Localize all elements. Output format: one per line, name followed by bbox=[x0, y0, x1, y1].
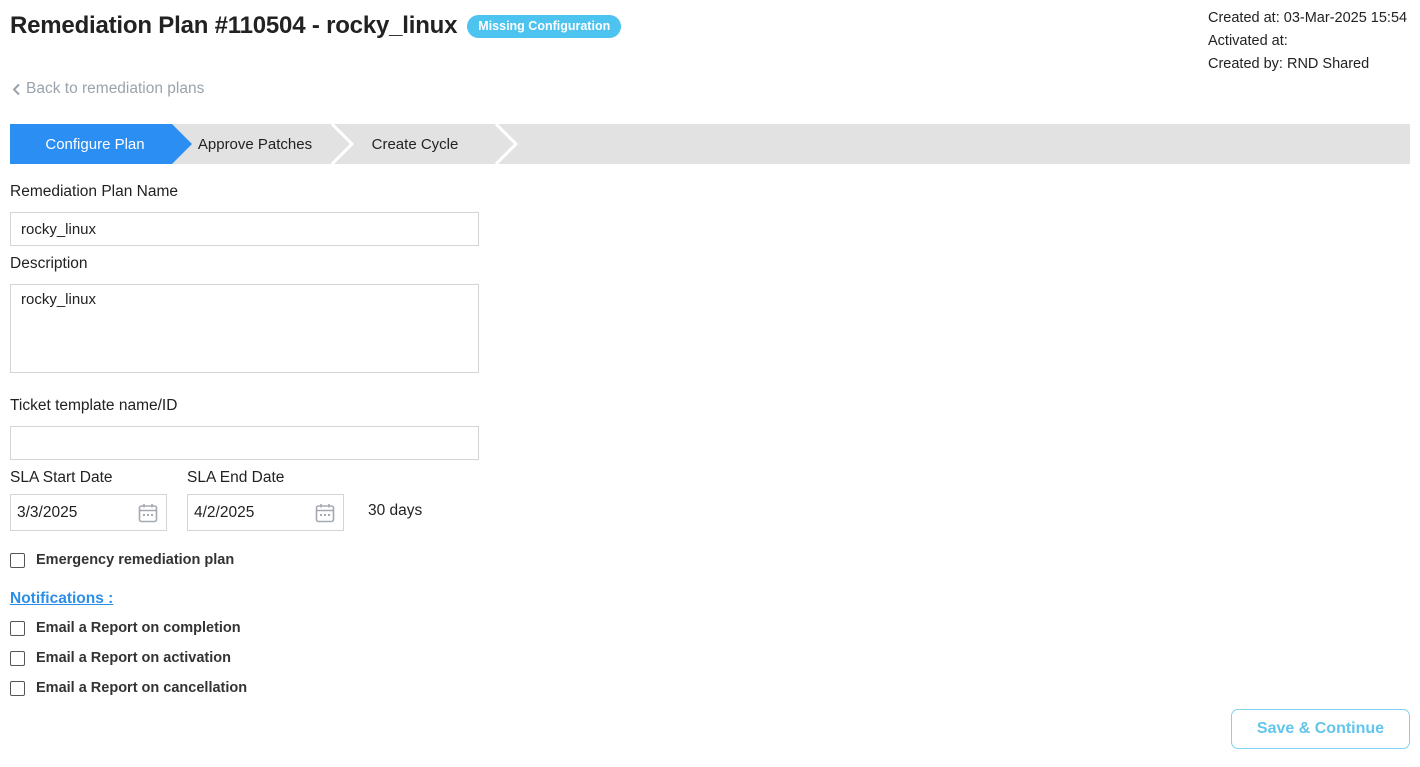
activated-at: Activated at: bbox=[1208, 33, 1288, 49]
emergency-plan-label: Emergency remediation plan bbox=[36, 552, 235, 568]
title-row: Remediation Plan #110504 - rocky_linux M… bbox=[10, 12, 622, 40]
sla-start-date-picker[interactable]: 3/3/2025 bbox=[10, 494, 167, 531]
ticket-template-input[interactable] bbox=[10, 426, 479, 460]
plan-name-label: Remediation Plan Name bbox=[10, 183, 179, 200]
notify-completion-row[interactable]: Email a Report on completion bbox=[10, 620, 241, 636]
sla-end-label: SLA End Date bbox=[187, 469, 285, 486]
created-by: Created by: RND Shared bbox=[1208, 56, 1370, 72]
description-label: Description bbox=[10, 255, 88, 272]
plan-meta: Created at: 03-Mar-2025 15:54 Activated … bbox=[1208, 7, 1407, 76]
plan-stepper: Configure Plan Approve Patches Create Cy… bbox=[10, 124, 1410, 164]
notify-completion-checkbox[interactable] bbox=[10, 620, 25, 636]
sla-duration: 30 days bbox=[368, 502, 423, 519]
notify-cancellation-label: Email a Report on cancellation bbox=[36, 680, 248, 696]
sla-end-date-picker[interactable]: 4/2/2025 bbox=[187, 494, 344, 531]
status-badge: Missing Configuration bbox=[467, 14, 622, 38]
calendar-icon[interactable] bbox=[315, 503, 335, 523]
notify-activation-label: Email a Report on activation bbox=[36, 650, 231, 666]
step-configure-plan[interactable]: Configure Plan bbox=[10, 124, 180, 164]
calendar-icon[interactable] bbox=[138, 503, 158, 523]
notify-activation-row[interactable]: Email a Report on activation bbox=[10, 650, 231, 666]
sla-start-label: SLA Start Date bbox=[10, 469, 113, 486]
back-to-plans-link[interactable]: Back to remediation plans bbox=[12, 80, 204, 98]
notify-cancellation-row[interactable]: Email a Report on cancellation bbox=[10, 680, 247, 696]
description-textarea[interactable]: rocky_linux bbox=[10, 284, 479, 373]
notify-cancellation-checkbox[interactable] bbox=[10, 680, 25, 696]
created-at: Created at: 03-Mar-2025 15:54 bbox=[1208, 10, 1408, 26]
notify-completion-label: Email a Report on completion bbox=[36, 620, 241, 636]
step-separator-3 bbox=[494, 124, 519, 164]
ticket-template-label: Ticket template name/ID bbox=[10, 397, 178, 414]
sla-start-date-value: 3/3/2025 bbox=[17, 503, 78, 521]
page-title: Remediation Plan #110504 - rocky_linux bbox=[10, 12, 458, 39]
plan-name-input[interactable] bbox=[10, 212, 479, 246]
page: Remediation Plan #110504 - rocky_linux M… bbox=[0, 0, 1420, 767]
emergency-plan-checkbox[interactable] bbox=[10, 552, 25, 568]
step-approve-patches[interactable]: Approve Patches bbox=[180, 124, 330, 164]
step-create-cycle[interactable]: Create Cycle bbox=[340, 124, 490, 164]
chevron-left-icon bbox=[12, 83, 20, 95]
sla-end-date-value: 4/2/2025 bbox=[194, 503, 255, 521]
back-link-label: Back to remediation plans bbox=[26, 80, 205, 97]
notify-activation-checkbox[interactable] bbox=[10, 650, 25, 666]
emergency-plan-checkbox-row[interactable]: Emergency remediation plan bbox=[10, 552, 234, 568]
save-and-continue-button[interactable]: Save & Continue bbox=[1231, 709, 1410, 749]
notifications-heading: Notifications : bbox=[10, 590, 114, 607]
